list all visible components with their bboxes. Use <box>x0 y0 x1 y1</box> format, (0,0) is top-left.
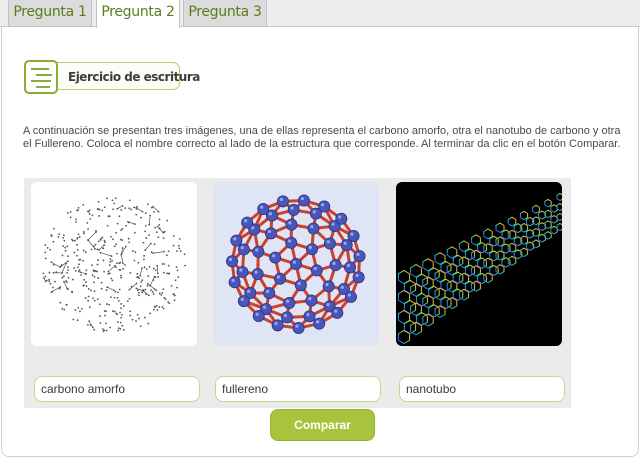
answer-field-2[interactable]: fullereno <box>215 376 381 402</box>
instructions-text: A continuación se presentan tres imágene… <box>23 125 621 150</box>
answer-field-1[interactable]: carbono amorfo <box>34 376 200 402</box>
structures-area: carbono amorfo fullereno nanotubo <box>24 178 571 408</box>
amorphous-carbon-image <box>31 182 197 346</box>
tab-bar: Pregunta 1 Pregunta 2 Pregunta 3 <box>0 0 640 28</box>
tab-pregunta-2[interactable]: Pregunta 2 <box>96 0 180 28</box>
tab-pregunta-3[interactable]: Pregunta 3 <box>183 0 267 27</box>
exercise-badge: Ejercicio de escritura <box>24 60 200 94</box>
fullerene-image <box>213 182 379 346</box>
nanotube-image <box>396 182 562 346</box>
writing-exercise-icon <box>24 60 58 94</box>
exercise-title: Ejercicio de escritura <box>68 70 200 84</box>
tab-pregunta-1[interactable]: Pregunta 1 <box>8 0 92 27</box>
answer-field-3[interactable]: nanotubo <box>399 376 565 402</box>
compare-button[interactable]: Comparar <box>270 409 375 441</box>
